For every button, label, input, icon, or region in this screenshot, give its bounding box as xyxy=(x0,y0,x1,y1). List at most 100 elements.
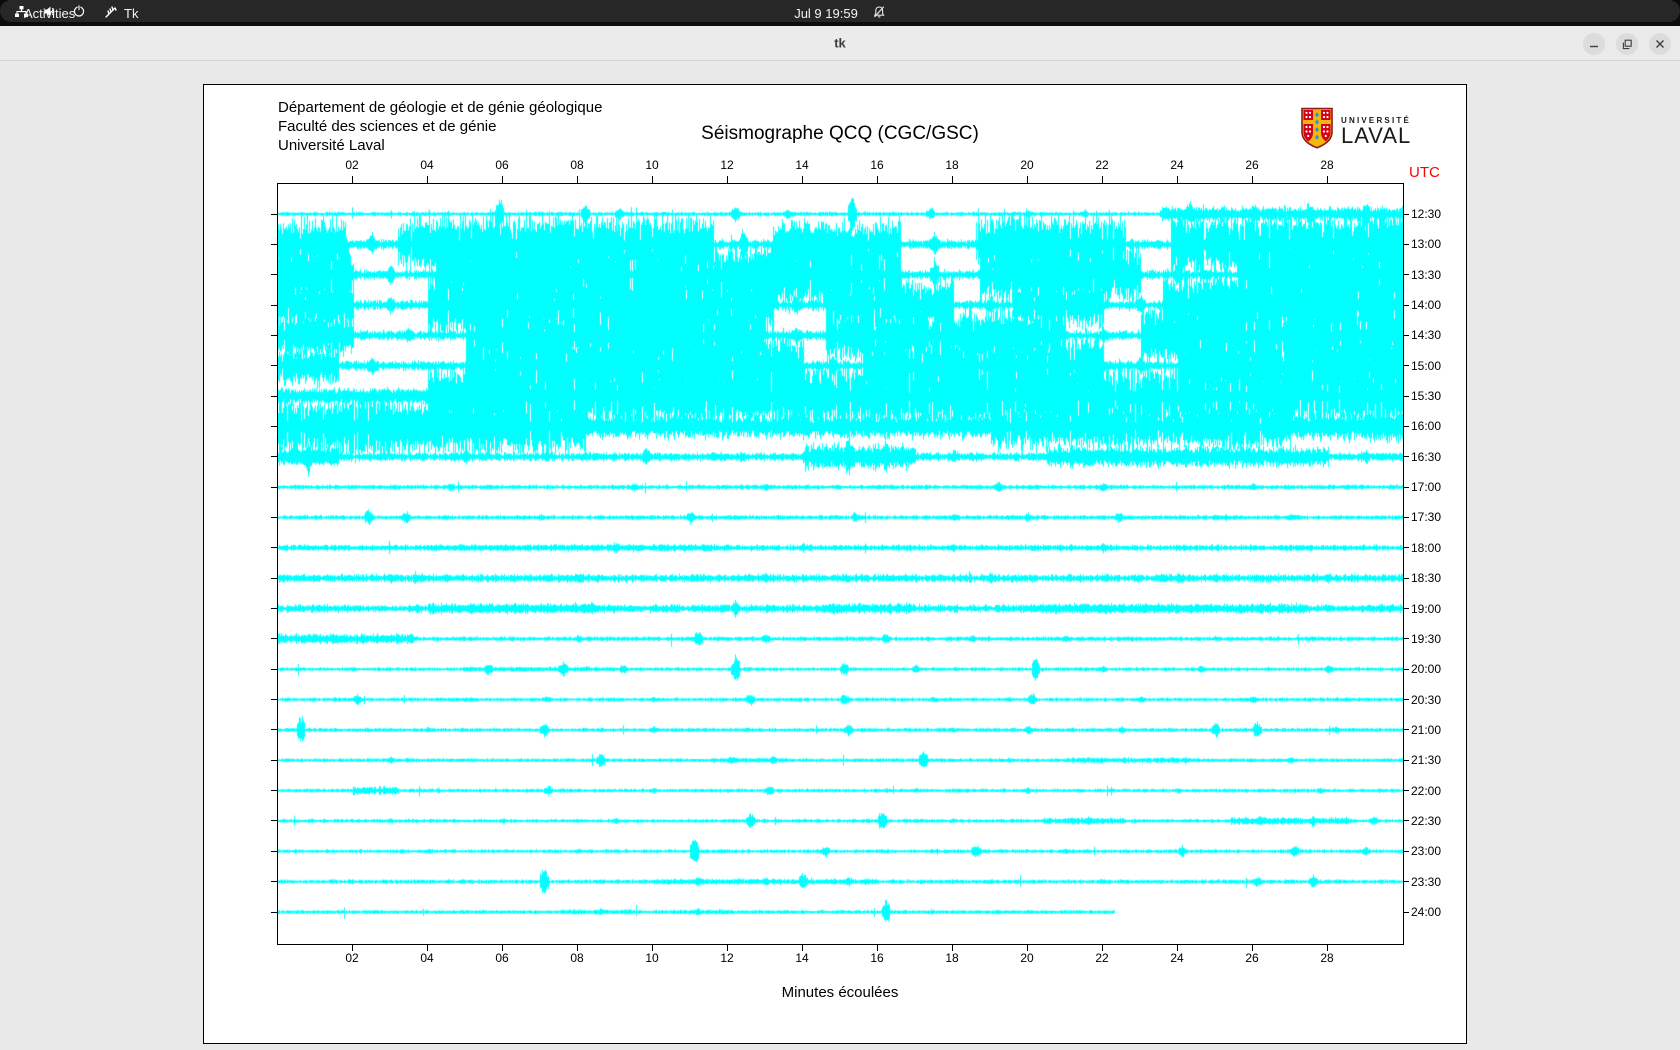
y-tick-left xyxy=(271,851,277,852)
x-tick-bottom xyxy=(1027,944,1028,951)
utc-tick-label: 18:00 xyxy=(1411,541,1441,555)
x-tick-top xyxy=(727,176,728,183)
logo-laval-text: LAVAL xyxy=(1341,125,1411,146)
y-tick-right xyxy=(1403,881,1409,882)
x-tick-label-top: 16 xyxy=(870,158,883,172)
x-tick-label-bottom: 04 xyxy=(420,951,433,965)
close-button[interactable] xyxy=(1649,33,1671,55)
x-tick-bottom xyxy=(1177,944,1178,951)
address-line-1: Département de géologie et de génie géol… xyxy=(278,98,602,117)
y-tick-left xyxy=(271,578,277,579)
utc-tick-label: 20:30 xyxy=(1411,693,1441,707)
y-tick-left xyxy=(271,669,277,670)
y-tick-left xyxy=(271,547,277,548)
x-tick-bottom xyxy=(727,944,728,951)
utc-tick-label: 15:30 xyxy=(1411,389,1441,403)
x-tick-label-bottom: 08 xyxy=(570,951,583,965)
y-tick-right xyxy=(1403,578,1409,579)
x-tick-label-top: 12 xyxy=(720,158,733,172)
seismogram-traces xyxy=(278,184,1403,944)
y-tick-left xyxy=(271,396,277,397)
address-line-3: Université Laval xyxy=(278,136,602,155)
utc-tick-label: 13:00 xyxy=(1411,237,1441,251)
x-tick-label-top: 24 xyxy=(1170,158,1183,172)
window-title-bar[interactable]: tk xyxy=(0,26,1680,61)
x-tick-top xyxy=(1027,176,1028,183)
y-tick-right xyxy=(1403,851,1409,852)
x-tick-label-top: 28 xyxy=(1320,158,1333,172)
x-tick-label-bottom: 26 xyxy=(1245,951,1258,965)
y-tick-left xyxy=(271,456,277,457)
x-tick-bottom xyxy=(352,944,353,951)
clock-label: Jul 9 19:59 xyxy=(794,6,858,21)
x-tick-label-top: 06 xyxy=(495,158,508,172)
activities-button[interactable]: Activities xyxy=(18,0,81,26)
utc-tick-label: 23:00 xyxy=(1411,844,1441,858)
x-axis-title: Minutes écoulées xyxy=(782,984,899,1001)
minimize-button[interactable] xyxy=(1583,33,1605,55)
y-tick-left xyxy=(271,760,277,761)
utc-tick-label: 21:00 xyxy=(1411,723,1441,737)
y-tick-right xyxy=(1403,608,1409,609)
x-tick-label-top: 18 xyxy=(945,158,958,172)
utc-tick-label: 16:30 xyxy=(1411,450,1441,464)
laval-shield-icon xyxy=(1300,107,1334,154)
y-tick-right xyxy=(1403,214,1409,215)
utc-axis-label: UTC xyxy=(1409,164,1440,181)
y-tick-right xyxy=(1403,820,1409,821)
utc-tick-label: 15:00 xyxy=(1411,359,1441,373)
x-tick-top xyxy=(1177,176,1178,183)
page-title: Séismographe QCQ (CGC/GSC) xyxy=(701,123,979,145)
y-tick-left xyxy=(271,335,277,336)
utc-tick-label: 17:00 xyxy=(1411,480,1441,494)
laval-wordmark: UNIVERSITÉ LAVAL xyxy=(1341,116,1411,146)
clock-menu[interactable]: Jul 9 19:59 xyxy=(794,0,886,26)
x-tick-top xyxy=(1102,176,1103,183)
universite-laval-logo: UNIVERSITÉ LAVAL xyxy=(1300,107,1411,154)
utc-tick-label: 19:00 xyxy=(1411,602,1441,616)
utc-tick-label: 12:30 xyxy=(1411,207,1441,221)
x-tick-top xyxy=(952,176,953,183)
y-tick-right xyxy=(1403,760,1409,761)
y-tick-left xyxy=(271,638,277,639)
screen: Activities Tk Jul 9 19:59 xyxy=(0,0,1680,1050)
x-tick-top xyxy=(802,176,803,183)
y-tick-right xyxy=(1403,547,1409,548)
y-tick-left xyxy=(271,790,277,791)
x-tick-label-bottom: 18 xyxy=(945,951,958,965)
x-tick-label-bottom: 24 xyxy=(1170,951,1183,965)
y-tick-right xyxy=(1403,244,1409,245)
utc-tick-label: 20:00 xyxy=(1411,662,1441,676)
window-title: tk xyxy=(834,36,846,51)
x-tick-bottom xyxy=(502,944,503,951)
x-tick-top xyxy=(577,176,578,183)
x-tick-label-top: 22 xyxy=(1095,158,1108,172)
y-tick-left xyxy=(271,305,277,306)
x-tick-top xyxy=(502,176,503,183)
y-tick-left xyxy=(271,729,277,730)
y-tick-right xyxy=(1403,305,1409,306)
x-tick-label-bottom: 16 xyxy=(870,951,883,965)
restore-button[interactable] xyxy=(1616,33,1638,55)
utc-tick-label: 16:00 xyxy=(1411,419,1441,433)
x-tick-label-bottom: 22 xyxy=(1095,951,1108,965)
y-tick-right xyxy=(1403,456,1409,457)
utc-tick-label: 14:30 xyxy=(1411,328,1441,342)
x-tick-label-top: 14 xyxy=(795,158,808,172)
x-tick-label-bottom: 10 xyxy=(645,951,658,965)
y-tick-left xyxy=(271,426,277,427)
x-tick-top xyxy=(427,176,428,183)
x-tick-bottom xyxy=(1102,944,1103,951)
utc-tick-label: 21:30 xyxy=(1411,753,1441,767)
tk-icon xyxy=(104,5,118,22)
x-tick-bottom xyxy=(652,944,653,951)
y-tick-right xyxy=(1403,426,1409,427)
y-tick-left xyxy=(271,881,277,882)
y-tick-left xyxy=(271,912,277,913)
x-tick-top xyxy=(1252,176,1253,183)
focused-app-indicator[interactable]: Tk xyxy=(104,0,138,26)
x-tick-bottom xyxy=(1252,944,1253,951)
x-tick-bottom xyxy=(577,944,578,951)
y-tick-left xyxy=(271,608,277,609)
y-tick-right xyxy=(1403,638,1409,639)
